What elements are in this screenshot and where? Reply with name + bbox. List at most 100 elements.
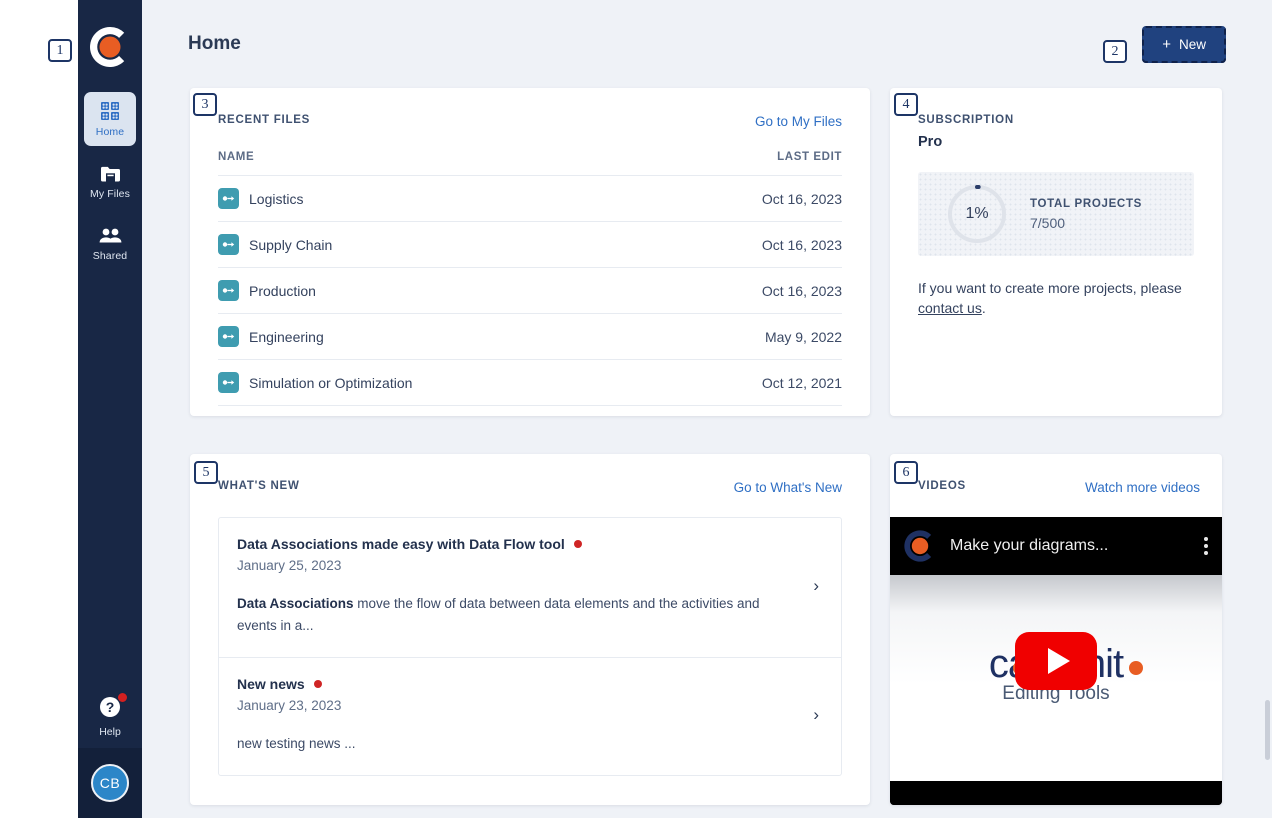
svg-text:?: ? [106,699,115,715]
subscription-note-suffix: . [981,300,986,317]
sidebar-item-my-files[interactable]: My Files [84,154,136,208]
folder-icon [100,162,121,184]
scrollbar-thumb[interactable] [1265,700,1270,760]
annotation-badge-5: 5 [194,461,218,484]
chevron-right-icon[interactable]: › [803,576,819,596]
file-last-edit: Oct 16, 2023 [659,221,842,268]
page-title: Home [188,33,241,54]
news-title-text: New news [237,675,305,692]
table-row[interactable]: Simulation or Optimization Oct 12, 2021 [218,359,842,406]
file-last-edit: May 9, 2022 [659,313,842,360]
subscription-note-prefix: If you want to create more projects, ple… [918,280,1182,296]
recent-files-label: RECENT FILES [218,114,311,126]
projects-usage-box: 1% TOTAL PROJECTS 7/500 [918,172,1194,256]
brand-dot-right [1128,660,1143,675]
new-badge-dot [313,679,322,688]
table-row[interactable]: Supply Chain Oct 16, 2023 [218,221,842,268]
file-name: Logistics [249,190,304,207]
subscription-plan: Pro [918,134,943,150]
table-row[interactable]: Logistics Oct 16, 2023 [218,175,842,222]
total-projects-value: 7/500 [1030,214,1066,231]
recent-files-card: RECENT FILES Go to My Files NAME LAST ED… [190,88,870,416]
user-section: CB [78,748,142,818]
sidebar-item-label: My Files [90,188,130,200]
progress-ring: 1% [946,183,1008,245]
go-to-whats-new-link[interactable]: Go to What's New [734,480,842,495]
left-sidebar: Home My Files Shared ? Help CB [78,0,142,818]
dashboard-grid: RECENT FILES Go to My Files NAME LAST ED… [142,88,1272,805]
news-excerpt-rest: new testing news ... [237,735,356,751]
subscription-label: SUBSCRIPTION [918,114,1014,126]
app-root: Home My Files Shared ? Help CB Home + Ne… [0,0,1272,818]
file-last-edit: Oct 16, 2023 [659,175,842,222]
youtube-play-icon[interactable] [1015,632,1097,690]
subscription-header: SUBSCRIPTION [918,114,1194,126]
news-body: New news January 23, 2023 new testing news… [237,676,803,755]
column-header-name: NAME [218,151,255,163]
file-name-cell[interactable]: Simulation or Optimization [218,359,660,406]
main-content: Home + New RECENT FILES Go to My Files N… [142,0,1272,818]
help-button[interactable]: ? Help [78,686,142,748]
news-title-text: Data Associations made easy with Data Fl… [237,536,565,552]
process-flow-icon [218,280,239,301]
go-to-my-files-link[interactable]: Go to My Files [755,114,842,129]
news-body: Data Associations made easy with Data Fl… [237,536,803,637]
file-name-cell[interactable]: Logistics [218,175,660,222]
new-badge-dot [573,540,582,548]
help-label: Help [99,726,121,738]
table-row[interactable]: Engineering May 9, 2022 [218,313,842,360]
top-bar-actions: + New [1142,25,1226,63]
watch-more-videos-link[interactable]: Watch more videos [1085,480,1200,495]
cardanit-logo-icon[interactable] [87,24,133,70]
chevron-right-icon[interactable]: › [803,705,819,725]
total-projects-label: TOTAL PROJECTS [1030,197,1143,210]
table-row[interactable]: Production Oct 16, 2023 [218,267,842,314]
annotation-badge-4: 4 [894,93,918,116]
news-excerpt: new testing news ... [237,733,767,755]
help-notification-badge [117,692,128,703]
sidebar-nav: Home My Files Shared [78,92,142,278]
sidebar-item-home[interactable]: Home [84,92,136,146]
process-flow-icon [218,372,239,393]
video-player[interactable]: cardanit Editing Tools [890,517,1222,805]
contact-us-link[interactable]: contact us [918,300,982,316]
video-title[interactable]: Make your diagrams... [950,537,1108,555]
news-title: New news [237,676,803,692]
news-date: January 25, 2023 [237,558,342,573]
videos-label: VIDEOS [918,480,966,492]
file-last-edit: Oct 12, 2021 [659,359,842,406]
file-name: Engineering [249,328,324,345]
file-last-edit: Oct 16, 2023 [659,267,842,314]
people-icon [99,224,122,246]
new-button-label: New [1178,36,1206,52]
plus-icon: + [1162,35,1171,53]
process-flow-icon [218,188,239,209]
whats-new-label: WHAT'S NEW [218,480,300,492]
list-item[interactable]: New news January 23, 2023 new testing news… [219,656,841,775]
file-name: Production [249,282,316,299]
kebab-menu-icon[interactable] [1204,537,1208,555]
videos-header: VIDEOS Watch more videos [890,454,1222,517]
sidebar-item-shared[interactable]: Shared [84,216,136,270]
file-name-cell[interactable]: Supply Chain [218,221,660,268]
process-flow-icon [218,234,239,255]
news-date: January 23, 2023 [237,697,342,713]
new-button[interactable]: + New [1142,25,1226,63]
sidebar-item-label: Shared [92,250,128,262]
column-header-last-edit: LAST EDIT [777,151,842,163]
list-item[interactable]: Data Associations made easy with Data Fl… [219,518,841,657]
recent-files-header: RECENT FILES Go to My Files [218,114,842,129]
file-name-cell[interactable]: Engineering [218,313,660,360]
file-name-cell[interactable]: Production [218,267,660,314]
table-header-row: NAME LAST EDIT [218,151,842,176]
avatar[interactable]: CB [91,764,129,802]
subscription-card: SUBSCRIPTION Pro 1% TOTAL PROJECTS 7/500… [890,88,1222,416]
process-flow-icon [218,326,239,347]
recent-files-table: NAME LAST EDIT Logistics Oct 16, 2023 Supp… [218,151,842,406]
annotation-badge-2: 2 [1103,40,1127,63]
annotation-badge-6: 6 [894,461,918,484]
news-excerpt: Data Associations move the flow of data … [237,593,767,637]
annotation-badge-1: 1 [48,39,72,62]
sidebar-item-label: Home [95,126,125,138]
video-bottom-bar [890,781,1222,805]
